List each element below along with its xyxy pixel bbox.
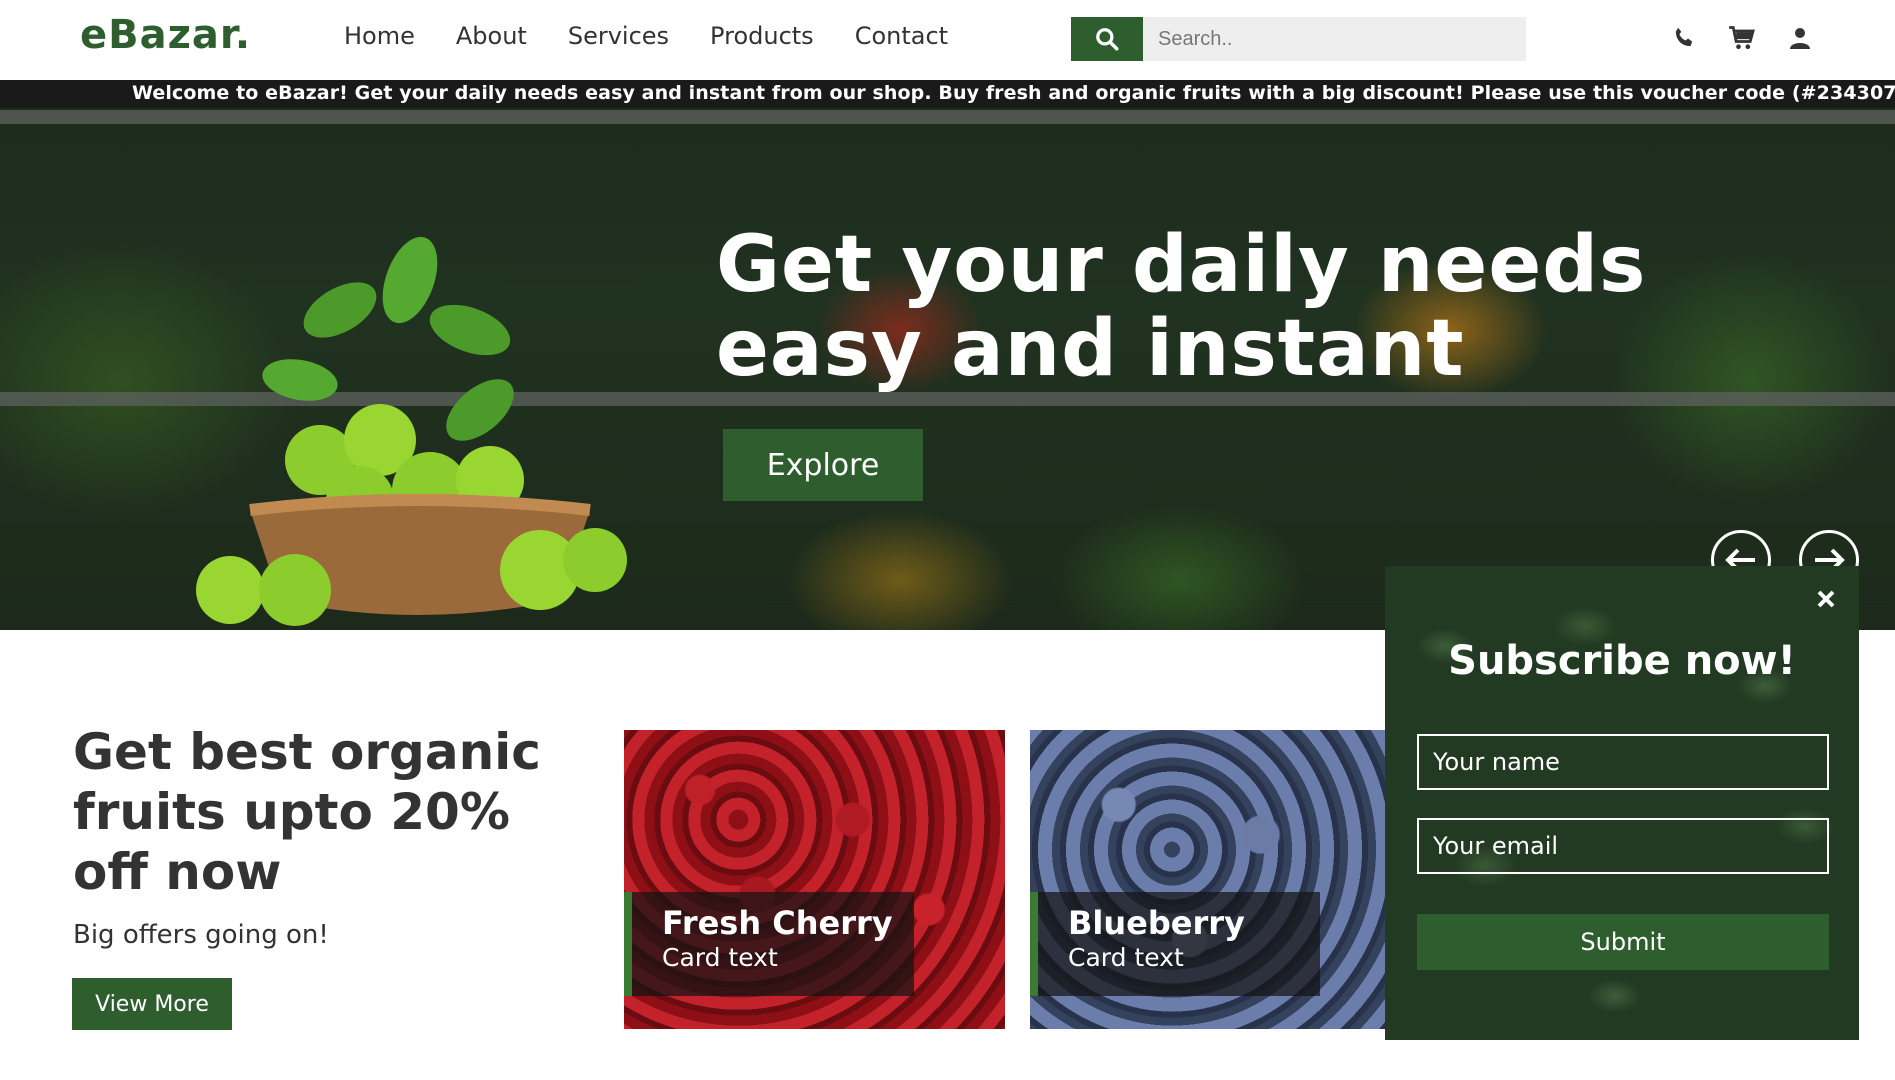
offer-subtitle: Big offers going on! bbox=[73, 920, 329, 950]
subscribe-popup: Subscribe now! Submit bbox=[1385, 566, 1859, 1040]
logo[interactable]: eBazar. bbox=[80, 12, 251, 58]
cart-icon[interactable] bbox=[1728, 22, 1756, 54]
card-title: Blueberry bbox=[1068, 904, 1245, 942]
nav-home[interactable]: Home bbox=[344, 22, 415, 50]
product-card-blueberry[interactable]: Blueberry Card text bbox=[1030, 730, 1385, 1029]
explore-button[interactable]: Explore bbox=[723, 429, 923, 501]
close-icon bbox=[1817, 590, 1835, 608]
name-field[interactable] bbox=[1417, 734, 1829, 790]
search-icon bbox=[1096, 28, 1119, 51]
nav-links: Home About Services Products Contact bbox=[344, 22, 989, 50]
offer-title: Get best organic fruits upto 20% off now bbox=[73, 723, 541, 901]
submit-button[interactable]: Submit bbox=[1417, 914, 1829, 970]
product-card-cherry[interactable]: Fresh Cherry Card text bbox=[624, 730, 1005, 1029]
nav-about[interactable]: About bbox=[456, 22, 527, 50]
hero-title: Get your daily needs easy and instant bbox=[716, 220, 1647, 394]
subscribe-title: Subscribe now! bbox=[1448, 638, 1796, 684]
card-caption: Fresh Cherry Card text bbox=[624, 892, 914, 996]
ticker-text: Welcome to eBazar! Get your daily needs … bbox=[132, 82, 1895, 104]
email-field[interactable] bbox=[1417, 818, 1829, 874]
header-icons bbox=[1670, 22, 1814, 54]
view-more-button[interactable]: View More bbox=[72, 978, 232, 1030]
hero-banner: Get your daily needs easy and instant Ex… bbox=[0, 80, 1895, 630]
user-icon[interactable] bbox=[1786, 22, 1814, 54]
nav-contact[interactable]: Contact bbox=[855, 22, 948, 50]
card-title: Fresh Cherry bbox=[662, 904, 893, 942]
phone-icon[interactable] bbox=[1670, 22, 1698, 54]
search-input[interactable] bbox=[1143, 17, 1526, 61]
search-button[interactable] bbox=[1071, 17, 1143, 61]
card-caption: Blueberry Card text bbox=[1030, 892, 1320, 996]
hero-shelf bbox=[0, 110, 1895, 124]
close-button[interactable] bbox=[1813, 586, 1839, 612]
search-bar bbox=[1071, 17, 1526, 61]
nav-products[interactable]: Products bbox=[710, 22, 814, 50]
nav-services[interactable]: Services bbox=[568, 22, 669, 50]
card-text: Card text bbox=[662, 943, 778, 972]
announcement-ticker: Welcome to eBazar! Get your daily needs … bbox=[0, 80, 1895, 108]
navbar: eBazar. Home About Services Products Con… bbox=[0, 0, 1895, 80]
card-text: Card text bbox=[1068, 943, 1184, 972]
lime-basket-image bbox=[196, 236, 627, 626]
